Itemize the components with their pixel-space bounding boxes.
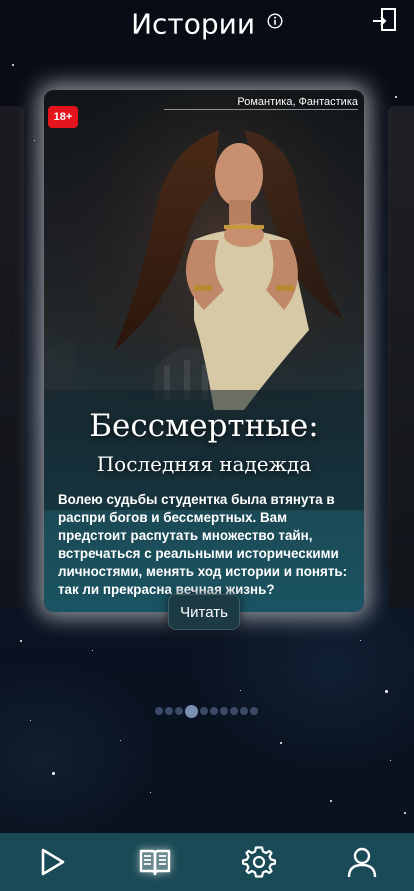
info-icon[interactable] bbox=[267, 13, 283, 29]
pagination-dot[interactable] bbox=[155, 707, 163, 715]
story-description: Волею судьбы студентка была втянута в ра… bbox=[58, 492, 348, 597]
story-card[interactable]: Романтика, Фантастика 18+ Бессмертные: П… bbox=[44, 90, 364, 612]
page-title: Истории bbox=[131, 7, 256, 41]
read-button[interactable]: Читать bbox=[168, 594, 240, 630]
story-cover-image bbox=[44, 90, 364, 510]
gear-icon bbox=[241, 846, 276, 878]
nav-profile[interactable] bbox=[311, 833, 414, 891]
story-genres: Романтика, Фантастика bbox=[237, 96, 358, 108]
pagination-dot[interactable] bbox=[220, 707, 228, 715]
bottom-navigation bbox=[0, 833, 414, 891]
user-icon bbox=[348, 847, 377, 878]
page-title-wrap: Истории bbox=[0, 6, 414, 41]
pagination-dot[interactable] bbox=[175, 707, 183, 715]
pagination-dot[interactable] bbox=[210, 707, 218, 715]
pagination-dot[interactable] bbox=[165, 707, 173, 715]
story-subtitle: Последняя надежда bbox=[96, 452, 312, 476]
nav-settings[interactable] bbox=[207, 833, 311, 891]
nav-play[interactable] bbox=[0, 833, 104, 891]
play-icon bbox=[41, 848, 65, 876]
pagination-dot[interactable] bbox=[230, 707, 238, 715]
previous-story-card[interactable] bbox=[0, 106, 24, 608]
pagination-dot-active[interactable] bbox=[185, 704, 198, 718]
next-story-card[interactable] bbox=[388, 106, 414, 608]
book-icon bbox=[140, 849, 171, 876]
pagination-dot[interactable] bbox=[200, 707, 208, 715]
pagination-dot[interactable] bbox=[250, 707, 258, 715]
genre-divider bbox=[164, 109, 358, 110]
pagination-dot[interactable] bbox=[240, 707, 248, 715]
story-title: Бессмертные: bbox=[89, 408, 319, 444]
share-icon[interactable] bbox=[370, 6, 398, 34]
nav-stories[interactable] bbox=[104, 833, 208, 891]
app-header: Истории bbox=[0, 0, 414, 50]
story-pagination bbox=[155, 704, 258, 718]
age-rating-badge: 18+ bbox=[48, 106, 78, 128]
